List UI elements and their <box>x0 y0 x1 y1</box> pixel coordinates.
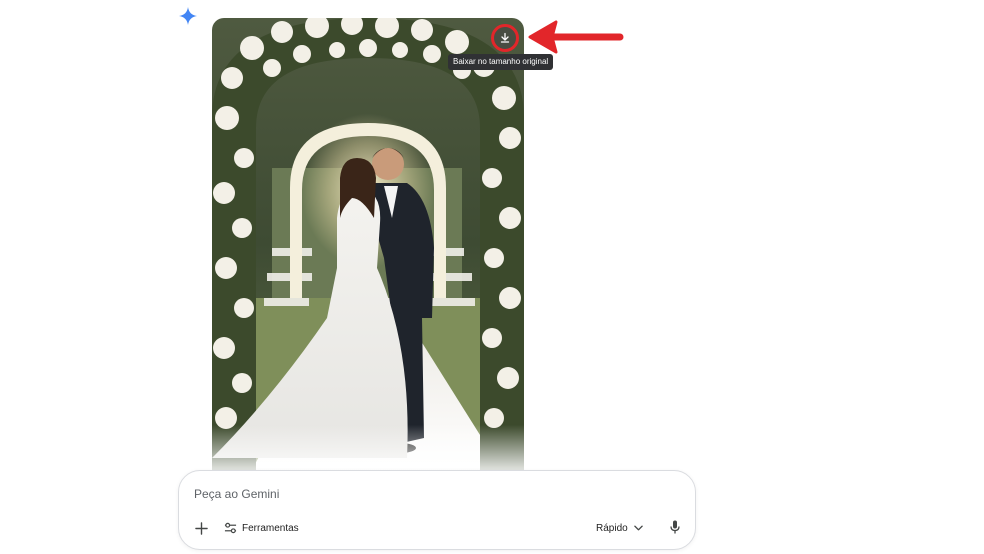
download-icon <box>500 32 510 43</box>
tools-label: Ferramentas <box>242 522 299 534</box>
mode-selector[interactable]: Rápido <box>596 518 643 538</box>
microphone-icon <box>670 520 680 534</box>
microphone-button[interactable] <box>665 517 685 537</box>
download-button[interactable] <box>491 24 519 52</box>
plus-icon <box>194 521 208 535</box>
prompt-input[interactable] <box>194 485 664 503</box>
wedding-photo <box>212 18 524 470</box>
red-arrow-annotation <box>528 20 624 54</box>
download-tooltip: Baixar no tamanho original <box>448 54 554 70</box>
mode-label: Rápido <box>596 522 628 534</box>
sliders-icon <box>224 522 237 534</box>
generated-image[interactable] <box>212 18 524 470</box>
gemini-sparkle-icon <box>179 7 197 25</box>
tools-button[interactable]: Ferramentas <box>224 518 299 538</box>
chevron-down-icon <box>633 525 643 531</box>
add-button[interactable] <box>191 518 211 538</box>
prompt-box: Ferramentas Rápido <box>178 470 696 550</box>
